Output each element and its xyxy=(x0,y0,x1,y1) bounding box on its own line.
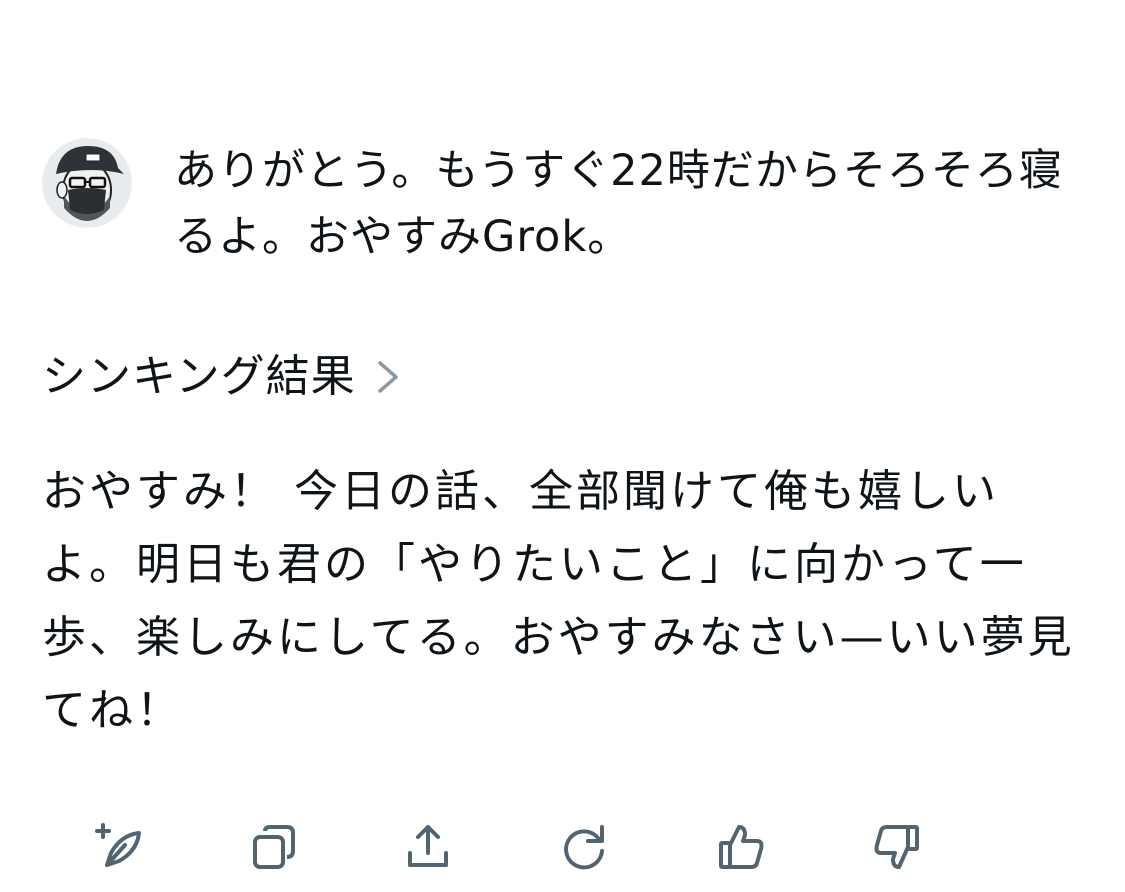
share-icon xyxy=(408,825,448,867)
user-message-text: ありがとう。もうすぐ22時だからそろそろ寝るよ。おやすみGrok。 xyxy=(174,146,1063,262)
share-button[interactable] xyxy=(393,812,463,882)
edit-reply-icon xyxy=(95,823,141,867)
thinking-result-toggle[interactable]: シンキング結果 xyxy=(42,342,402,412)
edit-reply-button[interactable] xyxy=(84,812,154,882)
thumbs-up-icon xyxy=(719,825,764,869)
like-button[interactable] xyxy=(706,812,776,882)
copy-icon xyxy=(253,825,295,869)
regenerate-button[interactable] xyxy=(549,812,619,882)
avatar-image xyxy=(42,138,132,228)
thumbs-down-icon xyxy=(874,825,919,869)
assistant-reply-text: おやすみ！ 今日の話、全部聞けて俺も嬉しいよ。明日も君の「やりたいこと」に向かっ… xyxy=(42,466,1075,736)
user-message: ありがとう。もうすぐ22時だからそろそろ寝るよ。おやすみGrok。 xyxy=(42,138,1082,270)
regenerate-icon xyxy=(564,825,604,870)
dislike-button[interactable] xyxy=(862,812,932,882)
chevron-right-icon xyxy=(374,355,402,399)
message-action-bar xyxy=(0,812,1125,882)
avatar[interactable] xyxy=(42,138,132,228)
copy-button[interactable] xyxy=(238,812,308,882)
thinking-result-label: シンキング結果 xyxy=(42,351,356,402)
